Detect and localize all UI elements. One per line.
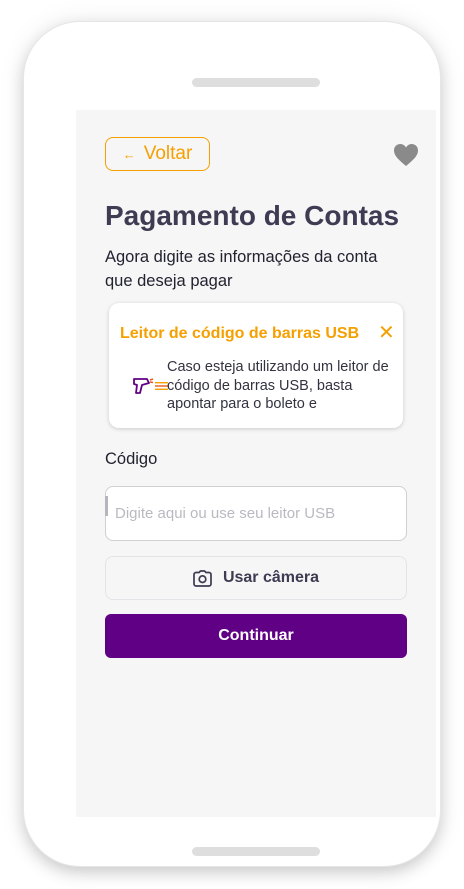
page-subtitle: Agora digite as informações da conta que…	[105, 248, 378, 290]
back-button[interactable]: ← Voltar	[105, 137, 210, 171]
back-button-label: Voltar	[143, 143, 193, 164]
use-camera-label: Usar câmera	[222, 569, 320, 586]
continue-button[interactable]: Continuar	[105, 614, 407, 658]
phone-frame: ← Voltar Pagamento de Contas Agora digit…	[24, 22, 440, 866]
use-camera-button[interactable]: Usar câmera	[105, 556, 407, 600]
back-arrow-icon: ←	[122, 146, 136, 162]
close-icon[interactable]: ✕	[378, 322, 395, 344]
page-title: Pagamento de Contas	[105, 200, 400, 231]
phone-home-bar	[192, 847, 320, 856]
phone-speaker	[192, 78, 320, 87]
notice-text: Caso esteja utilizando um leitor de códi…	[167, 359, 389, 412]
input-caret	[105, 496, 108, 516]
usb-reader-notice: Leitor de código de barras USB ✕ Caso es…	[109, 303, 403, 428]
camera-icon	[193, 569, 212, 587]
barcode-scanner-icon	[133, 378, 154, 394]
code-input[interactable]	[105, 486, 407, 541]
heart-icon[interactable]	[393, 143, 419, 167]
code-label: Código	[105, 450, 158, 468]
notice-title: Leitor de código de barras USB	[120, 325, 360, 342]
app-screen: ← Voltar Pagamento de Contas Agora digit…	[76, 110, 436, 817]
